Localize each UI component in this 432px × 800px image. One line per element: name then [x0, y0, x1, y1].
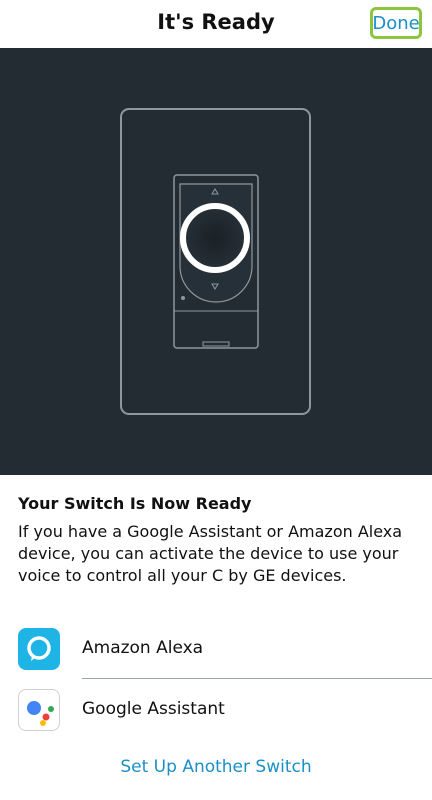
row-divider [82, 678, 432, 679]
section-title: Your Switch Is Now Ready [18, 494, 252, 513]
switch-illustration [0, 48, 432, 475]
alexa-label: Amazon Alexa [82, 638, 204, 658]
done-button[interactable]: Done [370, 7, 422, 39]
alexa-row[interactable]: Amazon Alexa [0, 620, 432, 680]
top-bar: It's Ready Done [0, 0, 432, 48]
google-assistant-row[interactable]: Google Assistant [0, 681, 432, 741]
set-up-another-switch-link[interactable]: Set Up Another Switch [0, 757, 432, 777]
indicator-dot [181, 296, 185, 300]
ready-message: Your Switch Is Now Ready If you have a G… [18, 494, 418, 587]
google-assistant-label: Google Assistant [82, 699, 225, 719]
amazon-alexa-icon [18, 628, 60, 670]
switch-illustration-graphic [120, 108, 311, 415]
google-assistant-icon [18, 689, 60, 731]
page-title: It's Ready [157, 10, 275, 34]
section-description: If you have a Google Assistant or Amazon… [18, 522, 403, 585]
